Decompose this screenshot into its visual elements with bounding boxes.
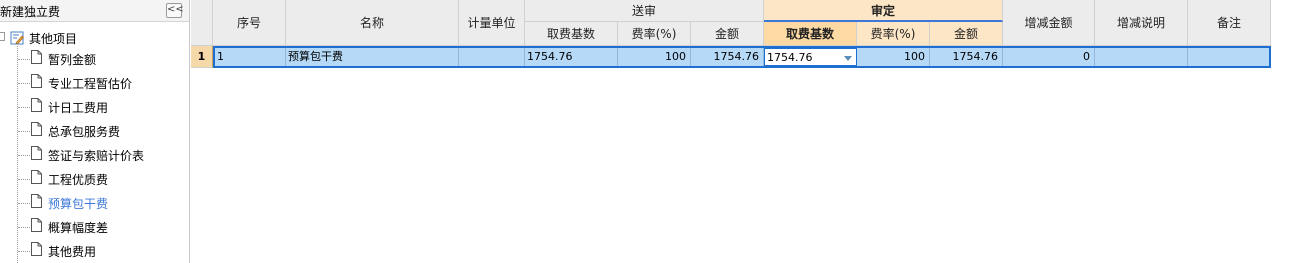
document-icon xyxy=(31,50,42,64)
tree-item-estimate-margin[interactable]: 概算幅度差 xyxy=(0,216,189,240)
cost-tree-panel: 新建独立费 << 其他项目 暂列金额 专业工程暂估价 计日工费用 总承包服务费 … xyxy=(0,0,190,263)
group-header-approved: 审定 xyxy=(764,0,1003,22)
tree-item-general-contract-service[interactable]: 总承包服务费 xyxy=(0,120,189,144)
document-icon xyxy=(31,242,42,256)
document-icon xyxy=(31,194,42,208)
cell-unit[interactable] xyxy=(459,48,525,66)
tree-item-label: 计日工费用 xyxy=(48,101,109,115)
cell-diff-amount[interactable]: 0 xyxy=(1003,48,1095,66)
col-header-unit[interactable]: 计量单位 xyxy=(459,0,525,46)
dropdown-arrow-icon[interactable] xyxy=(844,56,852,61)
tree-root-other-items[interactable]: 其他项目 xyxy=(0,28,189,48)
col-header-name[interactable]: 名称 xyxy=(286,0,459,46)
tree-item-visa-claims[interactable]: 签证与索赔计价表 xyxy=(0,144,189,168)
document-icon xyxy=(31,122,42,136)
tree-item-label: 总承包服务费 xyxy=(48,125,121,139)
col-header-diff-amount[interactable]: 增减金额 xyxy=(1003,0,1095,46)
tree-item-label: 专业工程暂估价 xyxy=(48,77,133,91)
document-icon xyxy=(31,74,42,88)
cell-review-base-editor[interactable]: 1754.76 xyxy=(764,48,857,66)
tree-item-label: 预算包干费 xyxy=(48,197,109,211)
cell-name[interactable]: 预算包干费 xyxy=(286,48,459,66)
group-header-submitted: 送审 xyxy=(525,0,764,22)
col-header-diff-note[interactable]: 增减说明 xyxy=(1095,0,1188,46)
col-header-submit-amount[interactable]: 金额 xyxy=(691,22,764,46)
tree-item-label: 概算幅度差 xyxy=(48,221,109,235)
tree-item-label: 其他费用 xyxy=(48,245,97,259)
tree-item-provisional-sum[interactable]: 暂列金额 xyxy=(0,48,189,72)
cell-submit-rate[interactable]: 100 xyxy=(618,48,691,66)
cell-submit-base[interactable]: 1754.76 xyxy=(525,48,618,66)
row-number[interactable]: 1 xyxy=(191,46,213,68)
tree-root-label: 其他项目 xyxy=(29,32,78,46)
col-header-submit-rate[interactable]: 费率(%) xyxy=(618,22,691,46)
tree-item-label: 签证与索赔计价表 xyxy=(48,149,145,163)
tree-item-specialty-estimate[interactable]: 专业工程暂估价 xyxy=(0,72,189,96)
col-header-review-rate[interactable]: 费率(%) xyxy=(857,22,930,46)
tree-item-daywork[interactable]: 计日工费用 xyxy=(0,96,189,120)
tree-item-quality-fee[interactable]: 工程优质费 xyxy=(0,168,189,192)
cell-review-base-value[interactable]: 1754.76 xyxy=(767,51,813,64)
document-icon xyxy=(31,98,42,112)
cell-review-amount[interactable]: 1754.76 xyxy=(930,48,1003,66)
tree-item-other-costs[interactable]: 其他费用 xyxy=(0,240,189,263)
collapse-panel-button[interactable]: << xyxy=(166,3,184,18)
tree-panel-header: 新建独立费 << xyxy=(0,0,189,22)
col-header-remark[interactable]: 备注 xyxy=(1188,0,1271,46)
cell-review-rate[interactable]: 100 xyxy=(857,48,930,66)
grid-corner xyxy=(191,0,213,46)
folder-edit-icon xyxy=(10,31,24,45)
tree-item-budget-lump-sum[interactable]: 预算包干费 xyxy=(0,192,189,216)
tree-item-label: 工程优质费 xyxy=(48,173,109,187)
cell-remark[interactable] xyxy=(1188,48,1269,66)
independent-fee-grid: 序号 名称 计量单位 送审 取费基数 费率(%) 金额 审定 取费基数 费率(%… xyxy=(191,0,1297,263)
col-header-review-base[interactable]: 取费基数 xyxy=(764,22,857,46)
cell-seq[interactable]: 1 xyxy=(215,48,286,66)
tree-panel-title: 新建独立费 xyxy=(0,5,61,19)
col-header-submit-base[interactable]: 取费基数 xyxy=(525,22,618,46)
col-header-seq[interactable]: 序号 xyxy=(213,0,286,46)
document-icon xyxy=(31,218,42,232)
cell-diff-note[interactable] xyxy=(1095,48,1188,66)
tree-expand-toggle[interactable] xyxy=(0,32,5,41)
table-row[interactable]: 1 预算包干费 1754.76 100 1754.76 1754.76 100 … xyxy=(213,46,1271,68)
cell-submit-amount[interactable]: 1754.76 xyxy=(691,48,764,66)
tree-item-label: 暂列金额 xyxy=(48,53,97,67)
document-icon xyxy=(31,146,42,160)
col-header-review-amount[interactable]: 金额 xyxy=(930,22,1003,46)
document-icon xyxy=(31,170,42,184)
